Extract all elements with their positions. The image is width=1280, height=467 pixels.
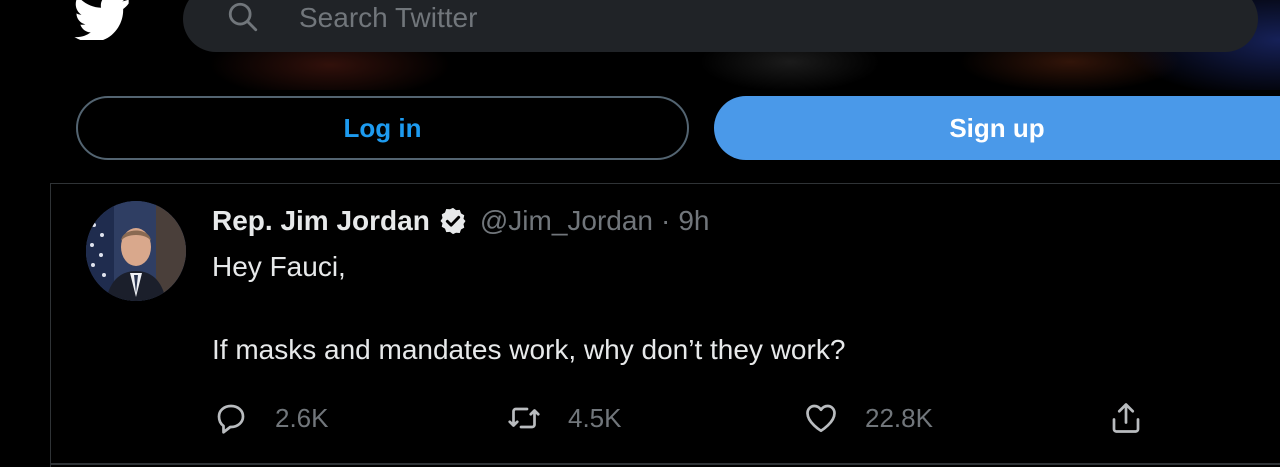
twitter-bird-icon[interactable]: [74, 0, 130, 40]
timeline-divider-top: [50, 183, 1280, 184]
tweet-timestamp[interactable]: 9h: [678, 205, 709, 237]
like-count: 22.8K: [865, 402, 933, 433]
avatar[interactable]: [86, 201, 186, 301]
separator-dot: ·: [661, 205, 671, 236]
share-icon: [1112, 403, 1140, 433]
tweet-text-line-2: If masks and mandates work, why don’t th…: [212, 334, 846, 365]
signup-button[interactable]: Sign up: [714, 96, 1280, 160]
tweet-header: Rep. Jim Jordan @Jim_Jordan · 9h: [212, 202, 709, 240]
retweet-count: 4.5K: [568, 402, 622, 433]
heart-icon: [806, 404, 836, 433]
retweet-button[interactable]: 4.5K: [506, 398, 622, 438]
timeline-divider-bottom: [50, 463, 1280, 465]
timeline-border-left: [50, 183, 51, 467]
like-button[interactable]: 22.8K: [803, 398, 933, 438]
display-name[interactable]: Rep. Jim Jordan: [212, 205, 430, 237]
search-icon: [228, 2, 258, 32]
user-handle[interactable]: @Jim_Jordan: [480, 205, 653, 237]
reply-icon: [217, 404, 245, 434]
search-input[interactable]: [299, 0, 899, 36]
share-button[interactable]: [1108, 398, 1144, 438]
login-button[interactable]: Log in: [76, 96, 689, 160]
reply-count: 2.6K: [275, 402, 329, 433]
twitter-page: Log in Sign up Rep. Jim Jordan @Jim_Jord…: [0, 0, 1280, 467]
verified-badge-icon: [440, 207, 466, 235]
reply-button[interactable]: 2.6K: [213, 398, 329, 438]
avatar-image: [86, 201, 186, 301]
retweet-icon: [508, 407, 540, 429]
tweet-text-line-1: Hey Fauci,: [212, 251, 346, 282]
